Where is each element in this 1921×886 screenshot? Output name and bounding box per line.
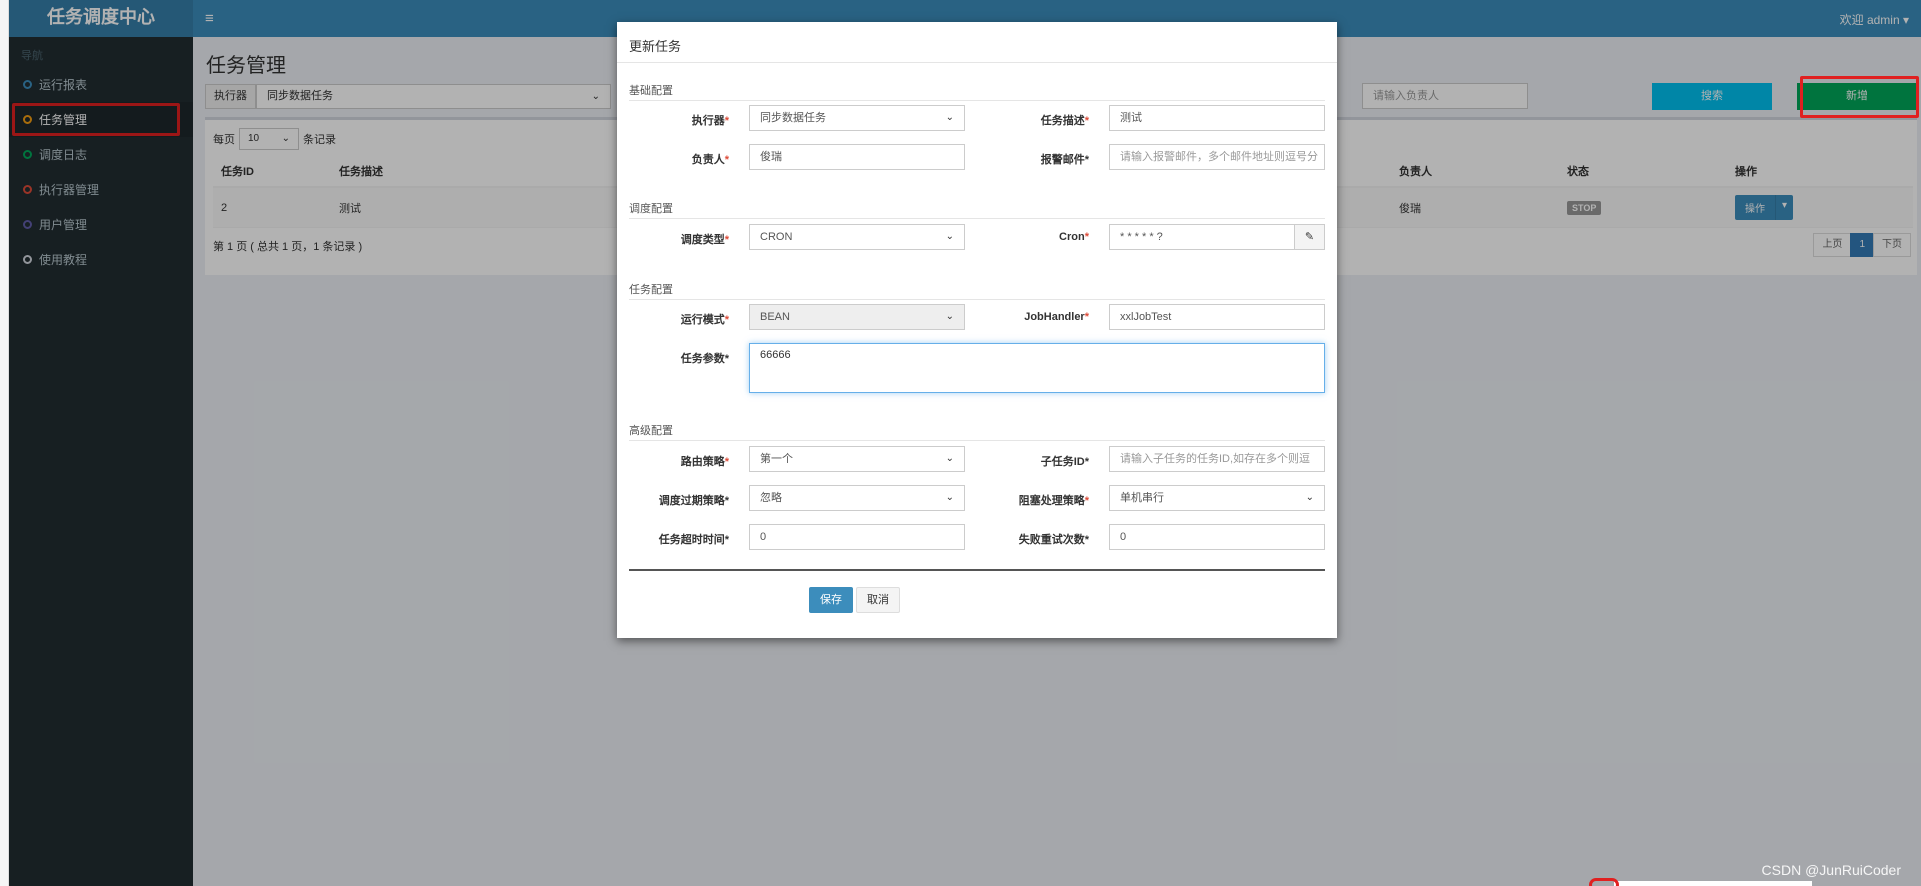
schedule-type-label: 调度类型*: [619, 231, 729, 247]
misfire-label-text: 调度过期策略: [658, 495, 725, 507]
required-mark: *: [1084, 115, 1089, 127]
job-handler-input[interactable]: xxlJobTest: [1109, 304, 1325, 330]
executor-value: 同步数据任务: [760, 112, 826, 124]
job-handler-label: JobHandler*: [979, 311, 1089, 323]
child-job-input[interactable]: 请输入子任务的任务ID,如存在多个则逗: [1109, 446, 1325, 472]
retry-value: 0: [1120, 531, 1127, 543]
misfire-value: 忽略: [760, 492, 782, 504]
required-mark: *: [1084, 231, 1089, 243]
bottom-white-strip: [1614, 881, 1812, 886]
section-basic: 基础配置: [629, 82, 1325, 101]
retry-label-text: 失败重试次数: [1018, 534, 1085, 546]
job-param-label: 任务参数*: [619, 350, 729, 366]
job-desc-value: 测试: [1120, 112, 1142, 124]
run-mode-value: BEAN: [760, 311, 790, 323]
timeout-label: 任务超时时间*: [619, 531, 729, 547]
timeout-input[interactable]: 0: [749, 524, 965, 550]
owner-value: 俊瑞: [760, 151, 782, 163]
required-mark: *: [724, 353, 729, 365]
required-mark: *: [1084, 456, 1089, 468]
owner-label: 负责人*: [619, 151, 729, 167]
job-handler-value: xxlJobTest: [1120, 311, 1172, 323]
job-desc-label: 任务描述*: [979, 112, 1089, 128]
section-task: 任务配置: [629, 281, 1325, 300]
block-strategy-select[interactable]: 单机串行 ⌄: [1109, 485, 1325, 511]
chevron-down-icon: ⌄: [945, 311, 954, 322]
schedule-type-select[interactable]: CRON ⌄: [749, 224, 965, 250]
route-strategy-label-text: 路由策略: [680, 456, 725, 468]
modal-footer-divider: [629, 569, 1325, 571]
modal-header-divider: [617, 62, 1337, 63]
child-job-label: 子任务ID*: [979, 453, 1089, 469]
route-strategy-label: 路由策略*: [619, 453, 729, 469]
schedule-type-value: CRON: [760, 231, 793, 243]
alarm-email-label-text: 报警邮件: [1040, 154, 1085, 166]
chevron-down-icon: ⌄: [945, 112, 954, 123]
run-mode-label: 运行模式*: [619, 311, 729, 327]
job-param-textarea[interactable]: 66666: [749, 343, 1325, 393]
timeout-label-text: 任务超时时间: [658, 534, 725, 546]
chevron-down-icon: ⌄: [945, 231, 954, 242]
chevron-down-icon: ⌄: [1305, 492, 1314, 503]
update-job-modal: 更新任务 基础配置 执行器* 同步数据任务 ⌄ 任务描述* 测试 负责人* 俊瑞 …: [617, 22, 1337, 638]
watermark: CSDN @JunRuiCoder: [1761, 862, 1901, 878]
annotation-box-add: [1800, 76, 1919, 118]
required-mark: *: [724, 314, 729, 326]
block-strategy-label: 阻塞处理策略*: [979, 492, 1089, 508]
modal-title: 更新任务: [629, 39, 682, 54]
retry-label: 失败重试次数*: [979, 531, 1089, 547]
block-strategy-value: 单机串行: [1120, 492, 1164, 504]
route-strategy-value: 第一个: [760, 453, 793, 465]
executor-label-text: 执行器: [691, 115, 725, 127]
alarm-email-input[interactable]: 请输入报警邮件，多个邮件地址则逗号分: [1109, 144, 1325, 170]
required-mark: *: [1084, 534, 1089, 546]
left-gutter: [0, 0, 9, 886]
owner-input[interactable]: 俊瑞: [749, 144, 965, 170]
cron-value: * * * * * ?: [1120, 231, 1163, 243]
cron-label-text: Cron: [1059, 231, 1085, 243]
executor-select[interactable]: 同步数据任务 ⌄: [749, 105, 965, 131]
schedule-type-label-text: 调度类型: [680, 234, 725, 246]
retry-input[interactable]: 0: [1109, 524, 1325, 550]
alarm-email-placeholder: 请输入报警邮件，多个邮件地址则逗号分: [1120, 151, 1318, 163]
required-mark: *: [724, 495, 729, 507]
executor-label: 执行器*: [619, 112, 729, 128]
required-mark: *: [1084, 495, 1089, 507]
required-mark: *: [724, 456, 729, 468]
required-mark: *: [724, 154, 729, 166]
owner-label-text: 负责人: [691, 154, 725, 166]
child-job-placeholder: 请输入子任务的任务ID,如存在多个则逗: [1120, 453, 1311, 465]
misfire-select[interactable]: 忽略 ⌄: [749, 485, 965, 511]
cron-input[interactable]: * * * * * ?: [1109, 224, 1295, 250]
block-strategy-label-text: 阻塞处理策略: [1018, 495, 1085, 507]
chevron-down-icon: ⌄: [945, 453, 954, 464]
edit-cron-icon[interactable]: ✎: [1294, 224, 1325, 250]
job-desc-input[interactable]: 测试: [1109, 105, 1325, 131]
route-strategy-select[interactable]: 第一个 ⌄: [749, 446, 965, 472]
job-param-label-text: 任务参数: [680, 353, 725, 365]
required-mark: *: [1084, 154, 1089, 166]
save-button[interactable]: 保存: [809, 587, 853, 613]
job-param-value: 66666: [760, 349, 791, 361]
required-mark: *: [724, 534, 729, 546]
run-mode-select: BEAN ⌄: [749, 304, 965, 330]
annotation-corner: [1589, 878, 1619, 886]
chevron-down-icon: ⌄: [945, 492, 954, 503]
required-mark: *: [724, 234, 729, 246]
section-advanced: 高级配置: [629, 422, 1325, 441]
child-job-label-text: 子任务ID: [1040, 456, 1085, 468]
run-mode-label-text: 运行模式: [680, 314, 725, 326]
required-mark: *: [724, 115, 729, 127]
job-handler-label-text: JobHandler: [1024, 311, 1085, 323]
cron-label: Cron*: [979, 231, 1089, 243]
required-mark: *: [1084, 311, 1089, 323]
alarm-email-label: 报警邮件*: [979, 151, 1089, 167]
job-desc-label-text: 任务描述: [1040, 115, 1085, 127]
timeout-value: 0: [760, 531, 767, 543]
cancel-button[interactable]: 取消: [856, 587, 900, 613]
misfire-label: 调度过期策略*: [619, 492, 729, 508]
section-schedule: 调度配置: [629, 200, 1325, 219]
